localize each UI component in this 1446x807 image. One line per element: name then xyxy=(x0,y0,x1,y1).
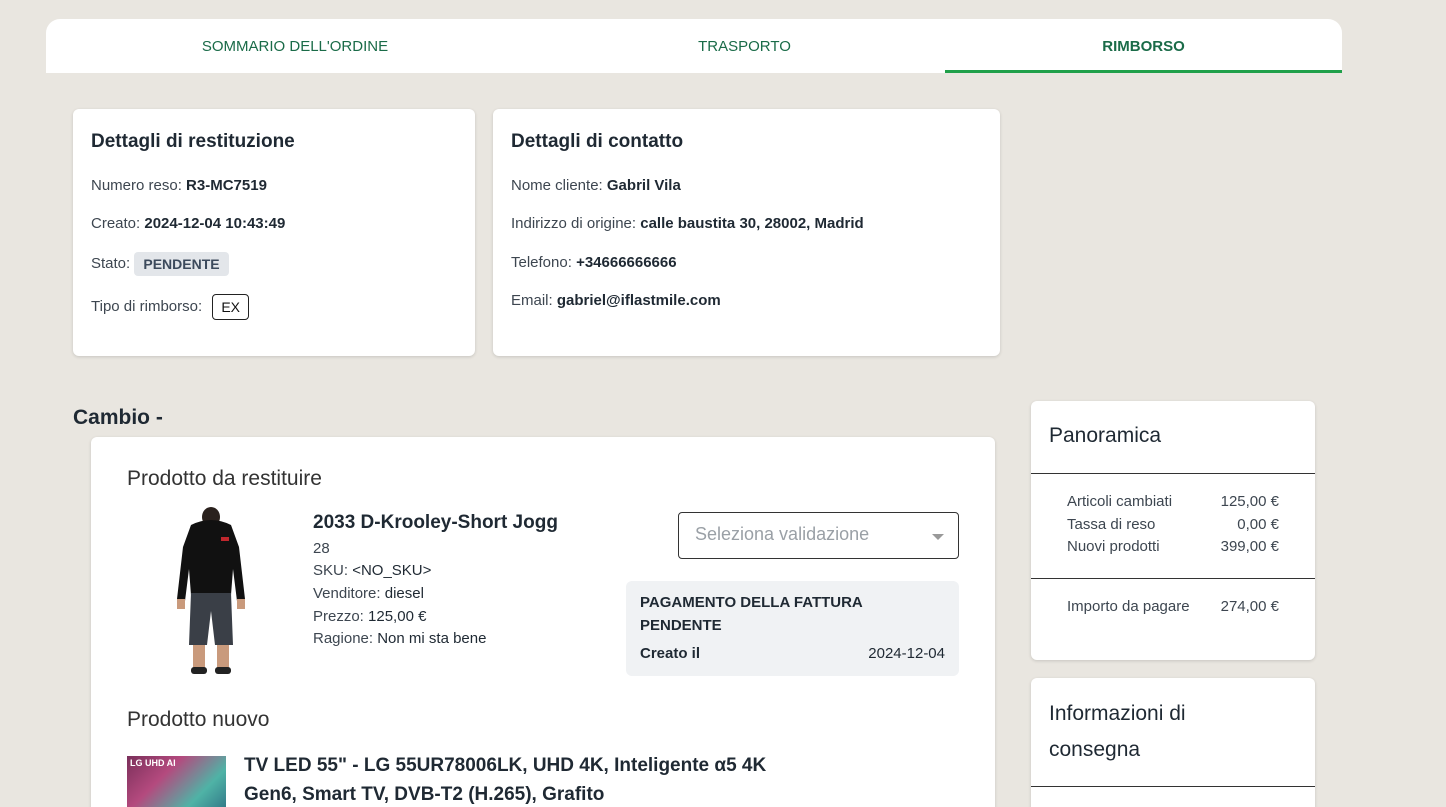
validation-select-placeholder: Seleziona validazione xyxy=(695,524,870,544)
overview-row: Nuovi prodotti 399,00 € xyxy=(1067,538,1279,555)
created-label: Creato: xyxy=(91,215,141,232)
origin-address-value: calle baustita 30, 28002, Madrid xyxy=(640,215,864,232)
status-badge: PENDENTE xyxy=(134,252,229,276)
refund-type-row: Tipo di rimborso: EX xyxy=(91,294,250,320)
customer-name-row: Nome cliente: Gabril Vila xyxy=(511,177,681,194)
overview-row-label: Articoli cambiati xyxy=(1067,493,1173,510)
overview-row: Tassa di reso 0,00 € xyxy=(1067,516,1279,533)
tab-order-summary[interactable]: SOMMARIO DELL'ORDINE xyxy=(46,19,544,73)
overview-total-value: 274,00 € xyxy=(1220,598,1279,615)
exchange-card: Prodotto da restituire 2033 D-Krooley-Sh… xyxy=(91,437,995,807)
seller-value: diesel xyxy=(384,585,424,602)
tv-logo-text: LG UHD AI xyxy=(130,758,176,768)
return-product-sku: SKU: <NO_SKU> xyxy=(313,562,431,579)
invoice-status-box: PAGAMENTO DELLA FATTURA PENDENTE Creato … xyxy=(626,581,959,676)
overview-row-value: 0,00 € xyxy=(1237,516,1279,533)
return-product-image xyxy=(173,507,253,677)
overview-row-value: 125,00 € xyxy=(1220,493,1279,510)
return-details-card: Dettagli di restituzione Numero reso: R3… xyxy=(73,109,475,356)
overview-row-label: Tassa di reso xyxy=(1067,516,1156,533)
overview-total-label: Importo da pagare xyxy=(1067,598,1190,615)
overview-row-value: 399,00 € xyxy=(1220,538,1279,555)
return-number-label: Numero reso: xyxy=(91,177,182,194)
overview-row-label: Nuovi prodotti xyxy=(1067,538,1160,555)
reason-label: Ragione: xyxy=(313,630,374,647)
seller-label: Venditore: xyxy=(313,585,381,602)
invoice-status: PAGAMENTO DELLA FATTURA PENDENTE xyxy=(640,594,863,634)
return-product-reason: Ragione: Non mi sta bene xyxy=(313,630,486,647)
contact-details-card: Dettagli di contatto Nome cliente: Gabri… xyxy=(493,109,1000,356)
return-product-seller: Venditore: diesel xyxy=(313,585,424,602)
refund-type-label: Tipo di rimborso: xyxy=(91,297,203,315)
created-value: 2024-12-04 10:43:49 xyxy=(144,215,286,232)
exchange-section-title: Cambio - xyxy=(73,406,163,429)
return-product-name: 2033 D-Krooley-Short Jogg xyxy=(313,512,558,533)
price-value: 125,00 € xyxy=(368,608,427,625)
phone-row: Telefono: +34666666666 xyxy=(511,254,677,271)
phone-value: +34666666666 xyxy=(576,254,677,271)
contact-details-title: Dettagli di contatto xyxy=(511,131,684,152)
validation-select[interactable]: Seleziona validazione xyxy=(678,512,959,559)
invoice-created-label: Creato il xyxy=(640,645,701,662)
status-row: Stato: PENDENTE xyxy=(91,252,229,276)
sku-value: <NO_SKU> xyxy=(352,562,432,579)
tab-bar: SOMMARIO DELL'ORDINE TRASPORTO RIMBORSO xyxy=(46,19,1342,73)
new-product-image: LG UHD AI xyxy=(127,756,226,807)
overview-card: Panoramica Articoli cambiati 125,00 € Ta… xyxy=(1031,401,1315,660)
return-details-title: Dettagli di restituzione xyxy=(91,131,295,152)
invoice-created-value: 2024-12-04 xyxy=(868,645,945,662)
status-label: Stato: xyxy=(91,254,131,272)
return-number-value: R3-MC7519 xyxy=(186,177,267,194)
return-product-price: Prezzo: 125,00 € xyxy=(313,608,426,625)
phone-label: Telefono: xyxy=(511,254,572,271)
return-number-row: Numero reso: R3-MC7519 xyxy=(91,177,267,194)
overview-title: Panoramica xyxy=(1049,424,1162,447)
created-row: Creato: 2024-12-04 10:43:49 xyxy=(91,215,285,232)
new-product-heading: Prodotto nuovo xyxy=(127,708,270,731)
overview-total-row: Importo da pagare 274,00 € xyxy=(1067,598,1279,615)
sku-label: SKU: xyxy=(313,562,349,579)
new-product-name: TV LED 55" - LG 55UR78006LK, UHD 4K, Int… xyxy=(244,755,767,805)
price-label: Prezzo: xyxy=(313,608,364,625)
origin-address-label: Indirizzo di origine: xyxy=(511,215,637,232)
overview-row: Articoli cambiati 125,00 € xyxy=(1067,493,1279,510)
email-value: gabriel@iflastmile.com xyxy=(556,292,721,309)
customer-name-value: Gabril Vila xyxy=(606,177,681,194)
return-product-size: 28 xyxy=(313,540,330,557)
tab-refund[interactable]: RIMBORSO xyxy=(945,19,1342,73)
reason-value: Non mi sta bene xyxy=(377,630,487,647)
overview-divider xyxy=(1031,578,1315,579)
delivery-info-divider xyxy=(1031,786,1315,787)
email-row: Email: gabriel@iflastmile.com xyxy=(511,292,721,309)
email-label: Email: xyxy=(511,292,553,309)
chevron-down-icon xyxy=(932,534,944,540)
origin-address-row: Indirizzo di origine: calle baustita 30,… xyxy=(511,215,864,232)
delivery-info-title: Informazioni di consegna xyxy=(1049,702,1186,761)
refund-type-badge: EX xyxy=(212,294,250,320)
customer-name-label: Nome cliente: xyxy=(511,177,603,194)
return-product-heading: Prodotto da restituire xyxy=(127,467,322,490)
tab-shipping[interactable]: TRASPORTO xyxy=(544,19,945,73)
overview-divider xyxy=(1031,473,1315,474)
invoice-created-row: Creato il 2024-12-04 xyxy=(640,645,945,662)
delivery-info-card: Informazioni di consegna xyxy=(1031,678,1315,807)
